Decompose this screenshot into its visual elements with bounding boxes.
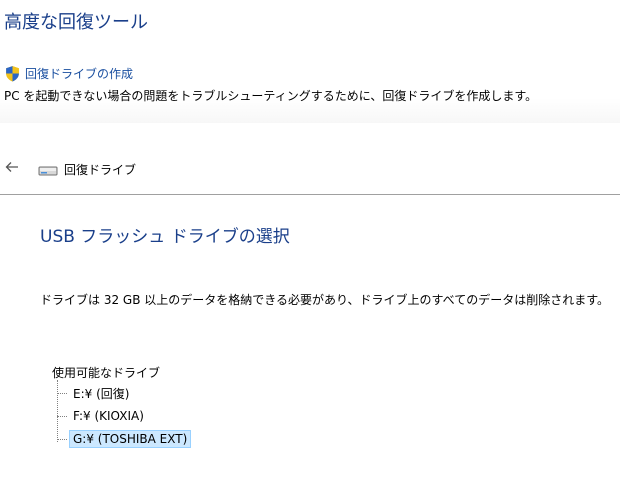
drive-item-label-selected[interactable]: G:¥ (TOSHIBA EXT) <box>69 430 192 448</box>
drive-item-g[interactable]: G:¥ (TOSHIBA EXT) <box>57 430 192 448</box>
tree-root-label: 使用可能なドライブ <box>52 366 161 380</box>
uac-shield-icon <box>6 65 19 81</box>
drive-item-label[interactable]: F:¥ (KIOXIA) <box>69 407 148 425</box>
drive-item-label[interactable]: E:¥ (回復) <box>69 383 133 404</box>
instructions-text: ドライブは 32 GB 以上のデータを格納できる必要があり、ドライブ上のすべての… <box>40 293 610 307</box>
description-text: PC を起動できない場合の問題をトラブルシューティングするために、回復ドライブを… <box>4 89 538 103</box>
drive-item-e[interactable]: E:¥ (回復) <box>57 384 133 402</box>
tree-branch <box>57 415 67 417</box>
section-heading: USB フラッシュ ドライブの選択 <box>40 227 290 247</box>
back-arrow-icon[interactable] <box>4 159 20 175</box>
drive-item-f[interactable]: F:¥ (KIOXIA) <box>57 407 148 425</box>
page-title: 高度な回復ツール <box>4 12 148 33</box>
drive-tree: 使用可能なドライブ E:¥ (回復) F:¥ (KIOXIA) G:¥ (TOS… <box>52 364 352 464</box>
create-recovery-drive-link[interactable]: 回復ドライブの作成 <box>4 64 133 82</box>
nav-title: 回復ドライブ <box>64 163 137 177</box>
nav-bar: 回復ドライブ <box>0 150 620 195</box>
create-recovery-drive-label[interactable]: 回復ドライブの作成 <box>25 65 133 82</box>
top-panel: 高度な回復ツール 回復ドライブの作成 PC を起動できない場合の問題をトラブルシ… <box>0 0 620 123</box>
tree-branch <box>57 392 67 394</box>
drive-icon <box>38 166 58 176</box>
tree-branch <box>57 438 67 440</box>
